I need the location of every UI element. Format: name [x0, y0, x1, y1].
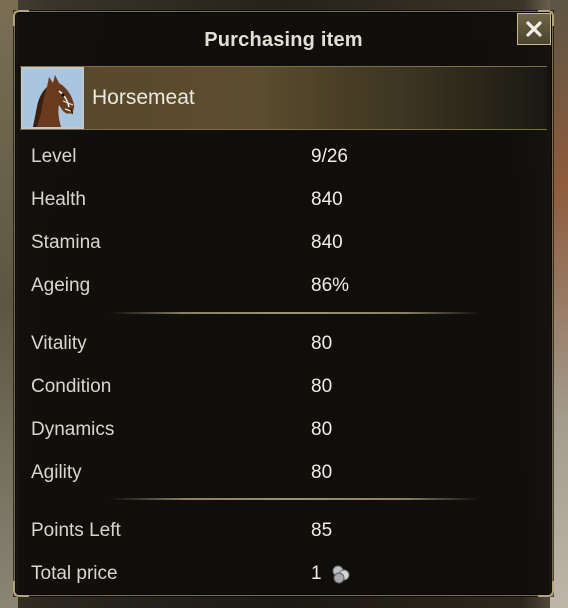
stat-row-ageing: Ageing 86%	[15, 264, 552, 307]
stat-label: Vitality	[31, 333, 87, 354]
total-price-label: Total price	[31, 563, 118, 584]
item-header: Horsemeat	[20, 66, 547, 130]
stat-label: Stamina	[31, 232, 101, 253]
stat-value: 80	[311, 462, 333, 483]
stat-label: Health	[31, 189, 86, 210]
points-left-row: Points Left 85	[15, 509, 552, 552]
stat-row-health: Health 840	[15, 178, 552, 221]
stat-label: Ageing	[31, 275, 91, 296]
stat-label: Condition	[31, 376, 112, 397]
stat-value: 80	[311, 376, 333, 397]
horse-portrait-icon	[21, 67, 84, 129]
close-x-icon	[526, 21, 542, 37]
purchase-dialog: Purchasing item Horsemeat Level 9/26 Hea…	[13, 10, 554, 597]
stat-value: 9/26	[311, 146, 348, 167]
section-divider	[110, 312, 480, 314]
stat-label: Agility	[31, 462, 82, 483]
stat-row-vitality: Vitality 80	[15, 322, 552, 365]
stat-label: Level	[31, 146, 77, 167]
section-divider	[110, 498, 480, 500]
stat-row-level: Level 9/26	[15, 135, 552, 178]
stat-value: 80	[311, 419, 333, 440]
item-name: Horsemeat	[92, 86, 195, 109]
points-left-value: 85	[311, 520, 333, 541]
stat-label: Dynamics	[31, 419, 115, 440]
total-price-value: 1	[311, 563, 322, 584]
stat-value: 840	[311, 232, 343, 253]
close-button[interactable]	[517, 13, 551, 45]
stat-row-agility: Agility 80	[15, 451, 552, 494]
points-left-label: Points Left	[31, 520, 121, 541]
total-price-row: Total price 1	[15, 552, 552, 595]
dialog-title: Purchasing item	[204, 29, 363, 51]
stat-row-dynamics: Dynamics 80	[15, 408, 552, 451]
stat-row-condition: Condition 80	[15, 365, 552, 408]
total-price-value-group: 1	[311, 552, 352, 595]
silver-coins-icon	[332, 565, 350, 583]
stat-value: 840	[311, 189, 343, 210]
stat-value: 86%	[311, 275, 350, 296]
stat-value: 80	[311, 333, 333, 354]
stat-row-stamina: Stamina 840	[15, 221, 552, 264]
